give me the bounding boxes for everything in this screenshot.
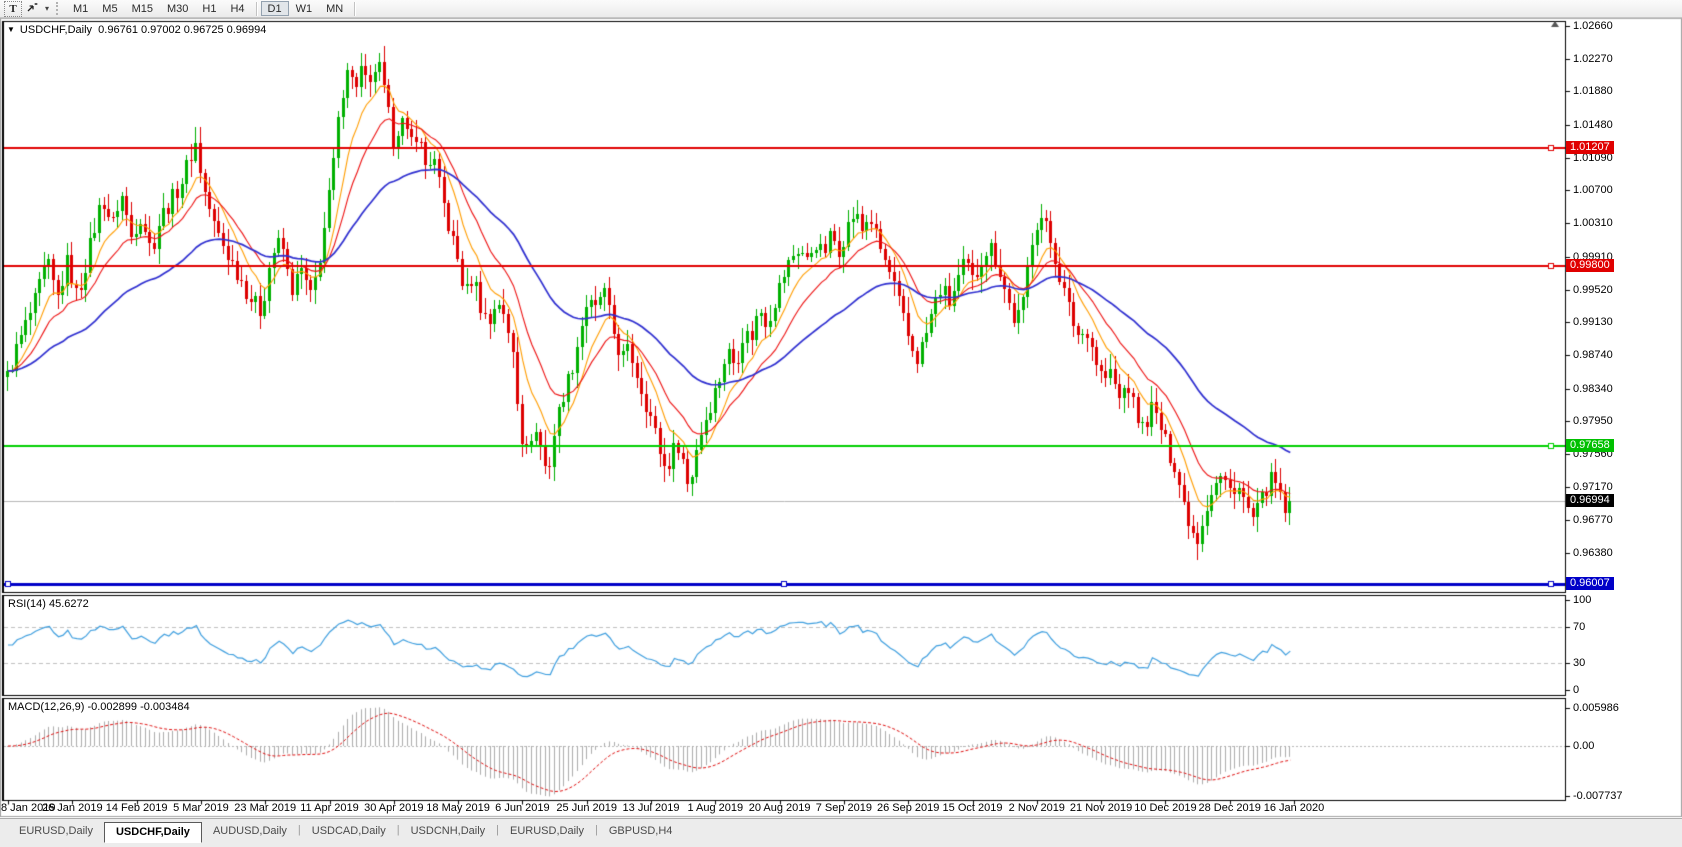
timeframe-button-d1[interactable]: D1 (261, 1, 289, 16)
object-tools-button[interactable] (22, 1, 42, 17)
toolbar-separator (256, 2, 257, 16)
tab-usdcad-daily[interactable]: USDCAD,Daily (301, 822, 397, 841)
timeframe-button-m1[interactable]: M1 (66, 1, 95, 16)
tab-audusd-daily[interactable]: AUDUSD,Daily (202, 822, 298, 841)
timeframe-button-m5[interactable]: M5 (95, 1, 124, 16)
diagonal-arrows-icon (25, 1, 39, 17)
timeframe-button-h1[interactable]: H1 (195, 1, 223, 16)
price-axis[interactable] (1566, 20, 1682, 800)
tab-eurusd-daily[interactable]: EURUSD,Daily (8, 822, 104, 841)
time-axis[interactable] (0, 800, 1565, 817)
chart-tab-bar: EURUSD,DailyUSDCHF,DailyAUDUSD,Daily|USD… (0, 818, 1682, 847)
tab-eurusd-daily[interactable]: EURUSD,Daily (499, 822, 595, 841)
timeframe-button-m30[interactable]: M30 (160, 1, 195, 16)
tab-gbpusd-h4[interactable]: GBPUSD,H4 (598, 822, 684, 841)
toolbar-separator (354, 2, 355, 16)
timeframe-button-m15[interactable]: M15 (125, 1, 160, 16)
timeframe-button-group: M1M5M15M30H1H4 D1W1MN (66, 1, 359, 16)
tab-usdchf-daily[interactable]: USDCHF,Daily (104, 822, 202, 843)
timeframe-button-mn[interactable]: MN (319, 1, 350, 16)
tool-dropdown-arrow[interactable]: ▾ (42, 4, 52, 13)
tab-usdcnh-daily[interactable]: USDCNH,Daily (400, 822, 497, 841)
timeframe-button-w1[interactable]: W1 (289, 1, 320, 16)
text-tool-button[interactable]: T (4, 1, 22, 17)
price-chart-canvas[interactable] (0, 0, 1682, 847)
timeframe-button-h4[interactable]: H4 (223, 1, 251, 16)
toolbar-grip[interactable] (56, 2, 60, 15)
top-toolbar: T ▾ M1M5M15M30H1H4 D1W1MN (0, 0, 1682, 18)
